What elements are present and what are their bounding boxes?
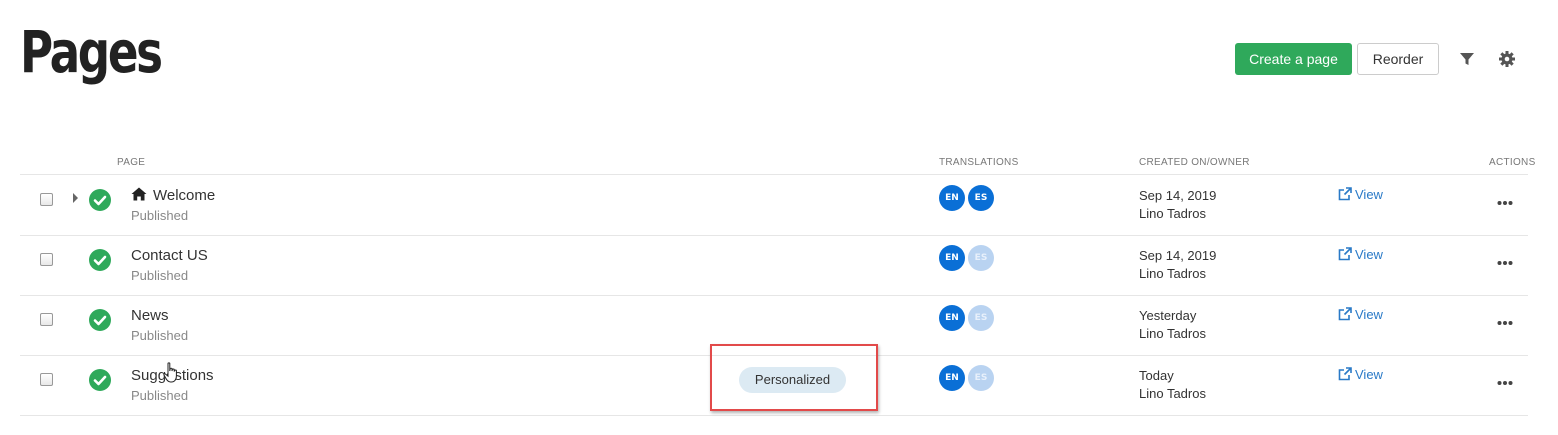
language-badge-en[interactable]: EN	[939, 305, 965, 331]
published-check-icon	[89, 249, 111, 271]
external-link-icon	[1338, 247, 1355, 262]
view-label[interactable]: View	[1355, 187, 1383, 202]
language-badge-es[interactable]: ES	[968, 245, 994, 271]
column-header-created[interactable]: CREATED ON/OWNER	[1139, 157, 1250, 168]
page-name[interactable]: Welcome	[131, 187, 215, 204]
page-name-text[interactable]: News	[131, 307, 169, 324]
view-label[interactable]: View	[1355, 367, 1383, 382]
view-label[interactable]: View	[1355, 247, 1383, 262]
hand-cursor-icon	[163, 362, 177, 383]
view-link[interactable]: View	[1338, 367, 1383, 382]
created-date: Today	[1139, 368, 1174, 383]
owner-name: Lino Tadros	[1139, 386, 1206, 401]
page-name-text[interactable]: Welcome	[153, 187, 215, 204]
language-badge-es[interactable]: ES	[968, 365, 994, 391]
language-badge-en[interactable]: EN	[939, 185, 965, 211]
published-check-icon	[89, 369, 111, 391]
page-status: Published	[131, 208, 189, 223]
more-actions-icon[interactable]	[1497, 253, 1513, 265]
language-badge-es[interactable]: ES	[968, 185, 994, 211]
language-badge-en[interactable]: EN	[939, 365, 965, 391]
filter-icon[interactable]	[1457, 49, 1477, 69]
create-page-button[interactable]: Create a page	[1235, 43, 1352, 75]
more-actions-icon[interactable]	[1497, 373, 1513, 385]
page-status: Published	[131, 328, 189, 343]
page-status: Published	[131, 268, 189, 283]
view-link[interactable]: View	[1338, 307, 1383, 322]
row-checkbox[interactable]	[40, 193, 53, 206]
page-name[interactable]: News	[131, 307, 169, 324]
column-header-actions: ACTIONS	[1489, 157, 1536, 168]
row-checkbox[interactable]	[40, 253, 53, 266]
external-link-icon	[1338, 367, 1355, 382]
table-row[interactable]: Contact US Published EN ES Sep 14, 2019 Lino …	[20, 235, 1528, 296]
created-date: Sep 14, 2019	[1139, 188, 1217, 203]
highlight-box	[710, 344, 878, 411]
column-header-translations: TRANSLATIONS	[939, 157, 1019, 168]
page-title: Pages	[20, 18, 163, 86]
more-actions-icon[interactable]	[1497, 193, 1513, 205]
view-label[interactable]: View	[1355, 307, 1383, 322]
published-check-icon	[89, 189, 111, 211]
owner-name: Lino Tadros	[1139, 326, 1206, 341]
external-link-icon	[1338, 187, 1355, 202]
created-date: Yesterday	[1139, 308, 1197, 323]
row-checkbox[interactable]	[40, 313, 53, 326]
external-link-icon	[1338, 307, 1355, 322]
language-badge-es[interactable]: ES	[968, 305, 994, 331]
page-status: Published	[131, 388, 189, 403]
view-link[interactable]: View	[1338, 247, 1383, 262]
language-badge-en[interactable]: EN	[939, 245, 965, 271]
owner-name: Lino Tadros	[1139, 206, 1206, 221]
published-check-icon	[89, 309, 111, 331]
created-date: Sep 14, 2019	[1139, 248, 1217, 263]
view-link[interactable]: View	[1338, 187, 1383, 202]
row-checkbox[interactable]	[40, 373, 53, 386]
reorder-button[interactable]: Reorder	[1357, 43, 1439, 75]
more-actions-icon[interactable]	[1497, 313, 1513, 325]
gear-icon[interactable]	[1497, 49, 1517, 69]
home-icon	[131, 187, 147, 201]
column-header-page[interactable]: PAGE	[117, 157, 145, 168]
page-name-text[interactable]: Contact US	[131, 247, 208, 264]
expand-caret-icon[interactable]	[73, 193, 78, 203]
table-row[interactable]: Welcome Published EN ES Sep 14, 2019 Lino Tad…	[20, 175, 1528, 236]
page-name[interactable]: Contact US	[131, 247, 208, 264]
owner-name: Lino Tadros	[1139, 266, 1206, 281]
